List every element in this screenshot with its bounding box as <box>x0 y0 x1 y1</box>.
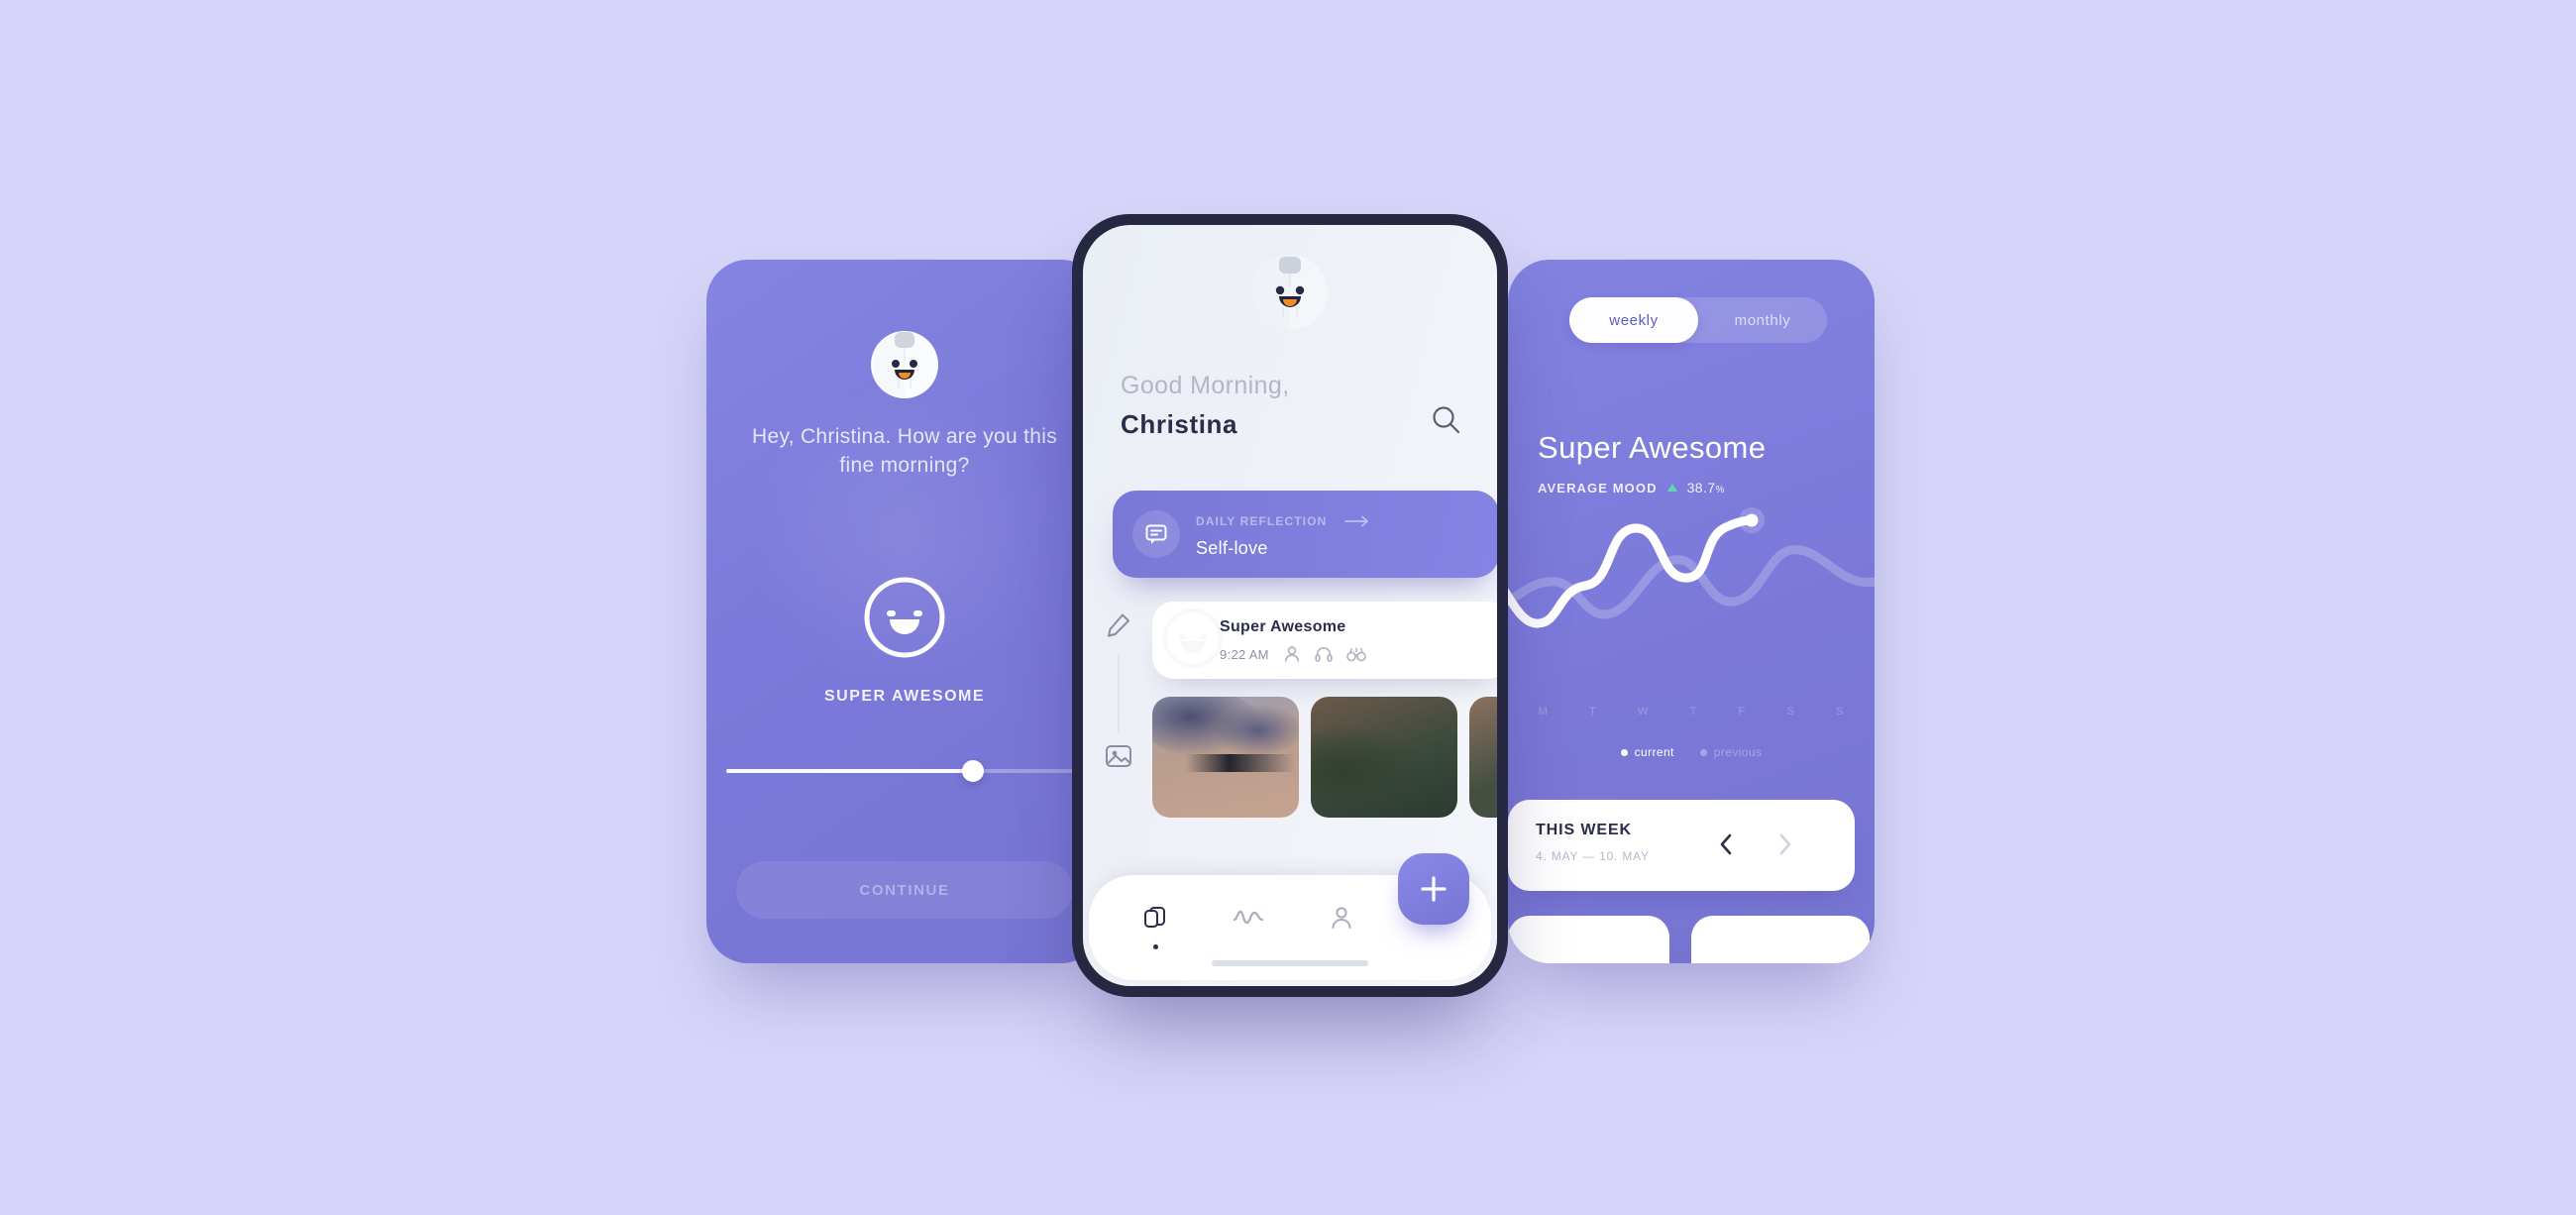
entry-mood-ghost-icon <box>1163 608 1223 668</box>
person-icon <box>1284 646 1299 662</box>
axis-tick: T <box>1589 706 1597 718</box>
search-icon[interactable] <box>1430 403 1463 437</box>
entry-title: Super Awesome <box>1220 618 1346 635</box>
current-endpoint-marker <box>1745 513 1759 527</box>
daily-reflection-card[interactable]: DAILY REFLECTION Self-love <box>1113 491 1497 578</box>
side-rail <box>1105 611 1138 767</box>
bottom-tab-bar <box>1089 853 1491 980</box>
average-mood-label: AVERAGE MOOD <box>1538 480 1658 496</box>
binoculars-icon <box>1345 647 1366 662</box>
tab-entries[interactable] <box>1136 901 1174 935</box>
week-selector-card: THIS WEEK 4. MAY — 10. MAY <box>1508 800 1855 891</box>
active-tab-indicator <box>1153 944 1158 949</box>
mood-label: SUPER AWESOME <box>823 688 986 705</box>
headphones-icon <box>1315 647 1333 662</box>
chart-legend: current previous <box>1508 745 1875 759</box>
canvas: Hey, Christina. How are you this fine mo… <box>0 0 2576 1215</box>
chevron-right-icon[interactable] <box>1773 829 1797 859</box>
stats-title: Super Awesome <box>1538 430 1767 465</box>
person-icon <box>1332 907 1351 929</box>
axis-tick: T <box>1689 706 1698 718</box>
legend-dot-previous <box>1699 748 1707 756</box>
penguin-avatar-icon <box>871 331 938 398</box>
axis-tick: S <box>1786 706 1795 718</box>
week-range: 4. MAY — 10. MAY <box>1536 849 1650 863</box>
rail-divider <box>1118 655 1120 732</box>
tab-profile[interactable] <box>1323 901 1360 935</box>
segment-monthly[interactable]: monthly <box>1698 297 1827 343</box>
slider-fill <box>726 769 972 773</box>
reflection-kicker: DAILY REFLECTION <box>1196 514 1328 528</box>
greeting-line: Good Morning, <box>1121 372 1290 399</box>
week-title: THIS WEEK <box>1536 822 1632 838</box>
reflection-title: Self-love <box>1196 538 1268 558</box>
axis-tick: W <box>1637 706 1650 718</box>
greeting-name: Christina <box>1121 409 1238 439</box>
palm-photo[interactable] <box>1311 697 1457 818</box>
home-screen: Good Morning, Christina DAILY REFLECTION <box>1083 225 1497 986</box>
cards-icon <box>1144 907 1165 928</box>
photo-strip <box>1152 697 1497 818</box>
entry-time: 9:22 AM <box>1220 646 1269 662</box>
segment-weekly[interactable]: weekly <box>1569 297 1698 343</box>
axis-tick: M <box>1538 706 1549 718</box>
arrow-right-icon[interactable] <box>1344 515 1370 527</box>
axis-tick: S <box>1836 706 1845 718</box>
image-icon[interactable] <box>1105 742 1132 770</box>
pulse-line-icon <box>1234 910 1263 925</box>
journal-entry-card[interactable]: Super Awesome 9:22 AM <box>1152 602 1497 679</box>
forest-photo[interactable] <box>1469 697 1497 818</box>
add-entry-button[interactable] <box>1398 853 1469 925</box>
average-mood-value: 38.7% <box>1686 480 1725 496</box>
legend-item-previous: previous <box>1699 745 1763 759</box>
stat-mini-card[interactable] <box>1691 916 1870 963</box>
reflection-kicker-row: DAILY REFLECTION <box>1196 514 1370 528</box>
chevron-left-icon[interactable] <box>1714 829 1738 859</box>
legend-dot-current <box>1620 748 1628 756</box>
legend-item-current: current <box>1620 745 1674 759</box>
smiley-face-icon <box>864 577 945 658</box>
blossom-photo[interactable] <box>1152 697 1299 818</box>
current-series-line <box>1508 515 1757 628</box>
chat-bubble-icon <box>1132 510 1180 558</box>
trend-up-icon <box>1666 484 1677 492</box>
chart-svg <box>1508 507 1875 628</box>
continue-button[interactable]: CONTINUE <box>736 861 1073 919</box>
mood-check-in-screen: Hey, Christina. How are you this fine mo… <box>706 260 1103 963</box>
slider-knob[interactable] <box>962 760 984 782</box>
period-segmented-control[interactable]: weekly monthly <box>1569 297 1827 343</box>
legend-label-previous: previous <box>1713 745 1763 759</box>
phone-device-frame: Good Morning, Christina DAILY REFLECTION <box>1072 214 1508 997</box>
pencil-icon[interactable] <box>1105 611 1132 639</box>
chart-x-axis-labels: M T W T F S S <box>1518 706 1865 718</box>
plus-icon <box>1421 876 1447 902</box>
average-mood-row: AVERAGE MOOD 38.7% <box>1538 480 1725 496</box>
stats-screen: weekly monthly Super Awesome AVERAGE MOO… <box>1508 260 1875 963</box>
mood-line-chart <box>1508 502 1875 691</box>
axis-tick: F <box>1738 706 1747 718</box>
tab-stats[interactable] <box>1230 901 1267 935</box>
stat-mini-card[interactable] <box>1508 916 1669 963</box>
greeting-text: Hey, Christina. How are you this fine mo… <box>752 425 1057 477</box>
mood-slider[interactable] <box>706 760 1103 782</box>
home-indicator <box>1212 960 1368 966</box>
entry-meta-row: 9:22 AM <box>1220 645 1366 663</box>
penguin-avatar-icon[interactable] <box>1250 253 1330 332</box>
legend-label-current: current <box>1634 745 1674 759</box>
